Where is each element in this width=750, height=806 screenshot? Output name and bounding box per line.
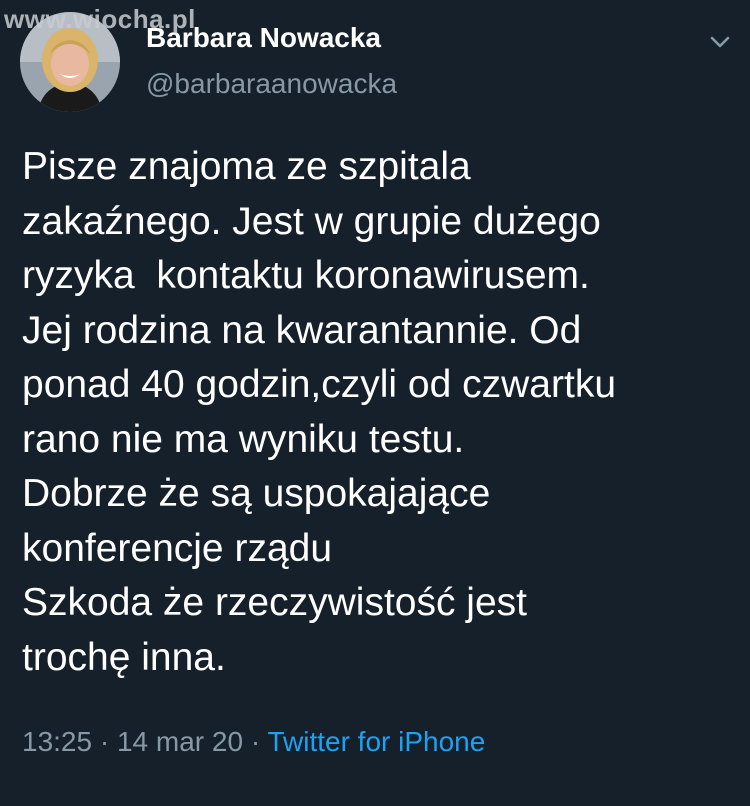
tweet-text: Pisze znajoma ze szpitala zakaźnego. Jes… [22, 140, 734, 685]
tweet-text-line: Szkoda że rzeczywistość jest [22, 581, 528, 624]
tweet-meta: 13:25 · 14 mar 20 · Twitter for iPhone [22, 726, 485, 758]
user-handle[interactable]: @barbaraanowacka [146, 68, 397, 100]
tweet-text-line: rano nie ma wyniku testu. [22, 417, 465, 461]
chevron-down-icon[interactable] [706, 28, 734, 56]
site-watermark: www.wiocha.pl [4, 4, 196, 34]
tweet-text-line: ponad 40 godzin,czyli od czwartku [22, 363, 617, 406]
meta-separator: · [243, 726, 268, 757]
tweet-text-line: konferencje rządu [22, 526, 333, 570]
tweet-text-line: Pisze znajoma ze szpitala [22, 145, 471, 188]
tweet-time[interactable]: 13:25 [22, 726, 92, 757]
tweet-text-line: ryzyka kontaktu koronawirusem. [22, 254, 590, 297]
tweet-source-link[interactable]: Twitter for iPhone [267, 726, 485, 757]
tweet-text-line: Dobrze że są uspokajające [22, 472, 491, 515]
meta-separator: · [92, 726, 117, 757]
tweet-text-line: zakaźnego. Jest w grupie dużego [22, 199, 601, 243]
tweet-date[interactable]: 14 mar 20 [117, 726, 243, 757]
tweet-text-line: Jej rodzina na kwarantannie. Od [22, 308, 582, 352]
tweet-text-line: trochę inna. [22, 635, 226, 679]
